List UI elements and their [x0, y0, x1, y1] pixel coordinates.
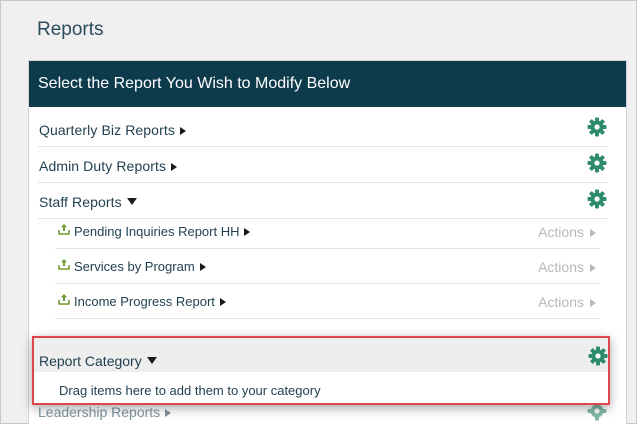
report-row-income-progress[interactable]: Income Progress Report Actions: [55, 284, 600, 319]
triangle-down-icon: [146, 357, 157, 364]
triangle-right-icon: [590, 299, 596, 307]
actions-menu[interactable]: Actions: [538, 259, 596, 275]
report-label[interactable]: Services by Program: [74, 259, 206, 274]
panel-header: Select the Report You Wish to Modify Bel…: [29, 61, 626, 107]
upload-icon: [58, 259, 70, 270]
triangle-right-icon: [590, 264, 596, 272]
gear-icon[interactable]: [587, 117, 607, 137]
triangle-right-icon: [171, 163, 178, 171]
page-title: Reports: [37, 19, 104, 40]
triangle-right-icon: [165, 409, 172, 417]
new-category-dropzone[interactable]: Report Category Drag items here to add t…: [32, 336, 610, 405]
category-row-admin-duty[interactable]: Admin Duty Reports: [38, 147, 608, 183]
dropzone-hint: Drag items here to add them to your cate…: [59, 383, 321, 398]
report-label[interactable]: Income Progress Report: [74, 294, 226, 309]
upload-icon: [58, 294, 70, 305]
gear-icon[interactable]: [588, 346, 608, 366]
actions-menu[interactable]: Actions: [538, 294, 596, 310]
category-label[interactable]: Staff Reports: [39, 194, 137, 210]
gear-icon[interactable]: [587, 189, 607, 209]
triangle-right-icon: [590, 229, 596, 237]
triangle-right-icon: [244, 228, 251, 236]
new-category-header[interactable]: Report Category: [34, 338, 608, 372]
category-label[interactable]: Admin Duty Reports: [39, 158, 178, 174]
category-label[interactable]: Report Category: [39, 353, 157, 369]
report-row-services-by-program[interactable]: Services by Program Actions: [55, 249, 600, 284]
category-label[interactable]: Quarterly Biz Reports: [39, 122, 186, 138]
gear-icon[interactable]: [587, 153, 607, 173]
report-label[interactable]: Pending Inquiries Report HH: [74, 224, 251, 239]
report-row-pending-inquiries[interactable]: Pending Inquiries Report HH Actions: [55, 214, 600, 249]
actions-menu[interactable]: Actions: [538, 224, 596, 240]
triangle-right-icon: [219, 298, 226, 306]
triangle-right-icon: [179, 127, 186, 135]
triangle-right-icon: [199, 263, 206, 271]
upload-icon: [58, 224, 70, 235]
triangle-down-icon: [126, 198, 137, 205]
category-row-leadership[interactable]: Leadership Reports: [38, 404, 172, 420]
category-row-quarterly[interactable]: Quarterly Biz Reports: [38, 111, 608, 147]
